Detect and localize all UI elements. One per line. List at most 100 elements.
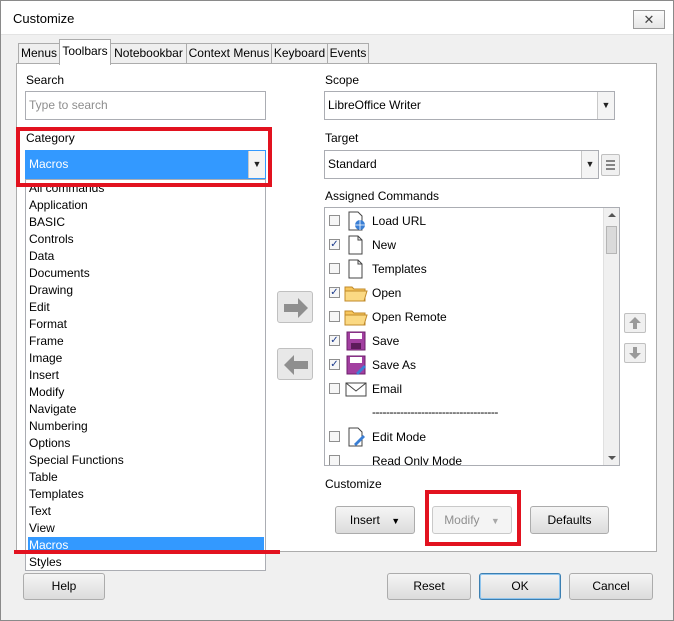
list-item[interactable]: BASIC	[28, 214, 264, 231]
list-item[interactable]: Application	[28, 197, 264, 214]
list-item[interactable]: Drawing	[28, 282, 264, 299]
separator-row[interactable]: ------------------------------------	[327, 401, 603, 425]
checkbox-checked[interactable]: ✓	[329, 239, 340, 250]
close-icon: ✕	[643, 12, 655, 27]
toolbar-menu-button[interactable]	[601, 154, 620, 176]
command-row[interactable]: ✓ Save	[327, 329, 603, 353]
arrow-up-icon	[629, 317, 641, 329]
tab-context-menus[interactable]: Context Menus	[186, 43, 272, 64]
tab-notebookbar[interactable]: Notebookbar	[110, 43, 187, 64]
checkbox[interactable]	[329, 215, 340, 226]
cancel-button[interactable]: Cancel	[569, 573, 653, 600]
checkbox[interactable]	[329, 431, 340, 442]
command-label: Load URL	[372, 214, 427, 228]
ok-label: OK	[511, 579, 529, 593]
list-item[interactable]: Image	[28, 350, 264, 367]
arrow-down-icon	[629, 347, 641, 359]
command-row[interactable]: Templates	[327, 257, 603, 281]
command-row[interactable]: Load URL	[327, 209, 603, 233]
search-placeholder: Type to search	[29, 98, 108, 112]
list-item[interactable]: Table	[28, 469, 264, 486]
assigned-commands-list[interactable]: Load URL ✓ New Templates ✓ Open Open Rem…	[324, 207, 620, 466]
list-item[interactable]: Modify	[28, 384, 264, 401]
checkbox-checked[interactable]: ✓	[329, 335, 340, 346]
tab-toolbars[interactable]: Toolbars	[59, 39, 111, 65]
chevron-down-icon[interactable]: ▼	[597, 92, 614, 119]
list-item[interactable]: Text	[28, 503, 264, 520]
category-list[interactable]: All commands Application BASIC Controls …	[25, 179, 266, 571]
tab-menus[interactable]: Menus	[18, 43, 60, 64]
tab-label: Events	[329, 46, 367, 60]
checkbox[interactable]	[329, 383, 340, 394]
help-button[interactable]: Help	[23, 573, 105, 600]
separator-line: ------------------------------------	[372, 405, 498, 419]
scope-label: Scope	[325, 73, 360, 87]
checkbox-checked[interactable]: ✓	[329, 287, 340, 298]
edit-mode-icon	[348, 427, 365, 447]
checkbox[interactable]	[329, 263, 340, 274]
hamburger-icon	[606, 160, 615, 170]
scroll-thumb[interactable]	[606, 226, 617, 254]
list-item[interactable]: Insert	[28, 367, 264, 384]
help-label: Help	[51, 579, 77, 593]
list-item[interactable]: Numbering	[28, 418, 264, 435]
add-command-button[interactable]	[277, 291, 313, 323]
ok-button[interactable]: OK	[479, 573, 561, 600]
macros-underline	[14, 550, 280, 554]
tab-keyboard[interactable]: Keyboard	[271, 43, 328, 64]
insert-label: Insert	[349, 513, 380, 527]
defaults-button[interactable]: Defaults	[530, 506, 609, 534]
scroll-down-icon[interactable]	[604, 451, 620, 465]
tab-events[interactable]: Events	[327, 43, 369, 64]
move-up-button[interactable]	[624, 313, 646, 333]
reset-button[interactable]: Reset	[387, 573, 471, 600]
command-row[interactable]: ✓ New	[327, 233, 603, 257]
move-down-button[interactable]	[624, 343, 646, 363]
command-label: Open	[372, 286, 402, 300]
modify-highlight-box	[425, 490, 521, 546]
tab-label: Notebookbar	[114, 46, 183, 60]
title-bar: Customize ✕	[1, 1, 673, 35]
scope-dropdown[interactable]: LibreOffice Writer ▼	[324, 91, 615, 120]
target-value: Standard	[328, 157, 377, 171]
chevron-down-icon: ▼	[391, 516, 401, 526]
checkbox[interactable]	[329, 455, 340, 465]
checkbox-checked[interactable]: ✓	[329, 359, 340, 370]
list-item[interactable]: Controls	[28, 231, 264, 248]
command-label: New	[372, 238, 397, 252]
insert-button[interactable]: Insert ▼	[335, 506, 415, 534]
command-row[interactable]: ✓ Save As	[327, 353, 603, 377]
target-dropdown[interactable]: Standard ▼	[324, 150, 599, 179]
save-as-icon	[346, 355, 366, 375]
command-row[interactable]: Edit Mode	[327, 425, 603, 449]
list-item[interactable]: Styles	[28, 554, 264, 570]
list-item[interactable]: Documents	[28, 265, 264, 282]
new-document-icon	[348, 235, 363, 255]
remove-command-button[interactable]	[277, 348, 313, 380]
vertical-scrollbar[interactable]	[603, 208, 619, 465]
assigned-commands-label: Assigned Commands	[325, 189, 440, 203]
templates-icon	[348, 259, 363, 279]
list-item[interactable]: Options	[28, 435, 264, 452]
command-label: Email	[372, 382, 403, 396]
tab-label: Keyboard	[273, 46, 326, 60]
checkbox[interactable]	[329, 311, 340, 322]
cancel-label: Cancel	[592, 579, 630, 593]
list-item[interactable]: Data	[28, 248, 264, 265]
list-item[interactable]: Frame	[28, 333, 264, 350]
open-folder-icon	[344, 286, 368, 302]
list-item[interactable]: Templates	[28, 486, 264, 503]
list-item[interactable]: Edit	[28, 299, 264, 316]
list-item[interactable]: View	[28, 520, 264, 537]
search-input[interactable]: Type to search	[25, 91, 266, 120]
list-item[interactable]: Special Functions	[28, 452, 264, 469]
close-button[interactable]: ✕	[633, 10, 665, 29]
list-item[interactable]: Format	[28, 316, 264, 333]
command-row[interactable]: Email	[327, 377, 603, 401]
command-row[interactable]: Open Remote	[327, 305, 603, 329]
list-item[interactable]: Navigate	[28, 401, 264, 418]
command-row[interactable]: ✓ Open	[327, 281, 603, 305]
command-row[interactable]: Read Only Mode	[327, 449, 603, 465]
scroll-up-icon[interactable]	[604, 208, 620, 222]
chevron-down-icon[interactable]: ▼	[581, 151, 598, 178]
